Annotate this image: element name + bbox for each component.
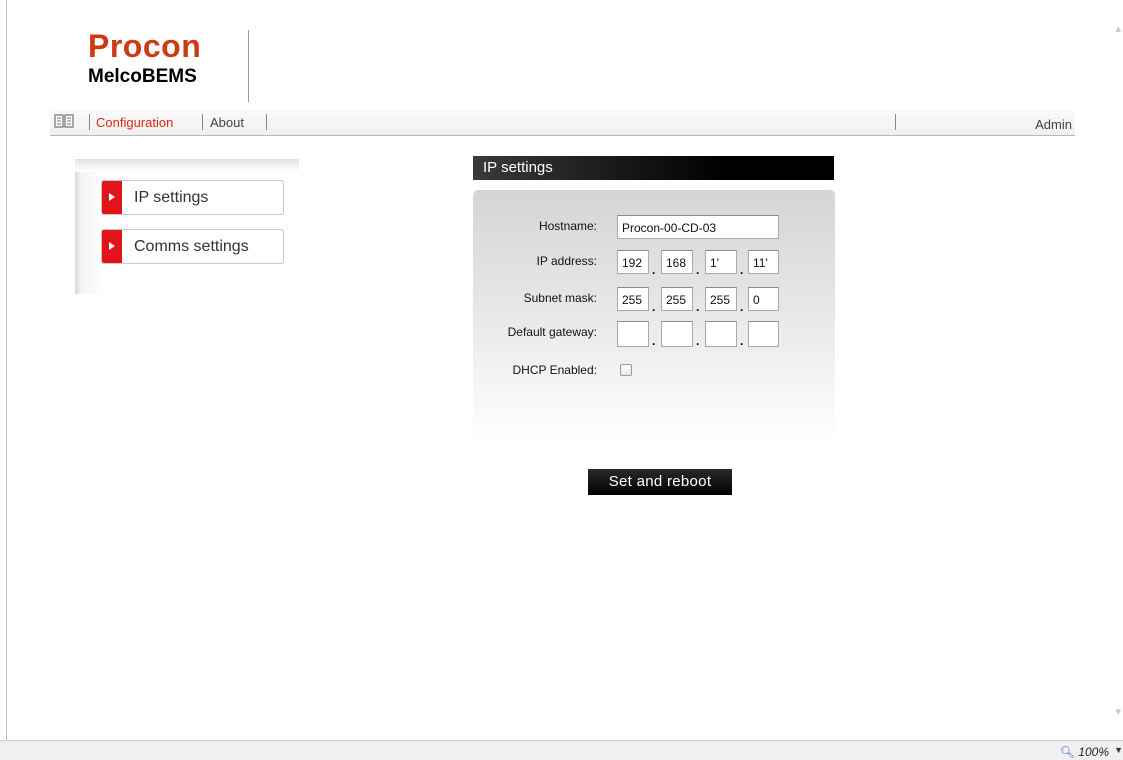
subnet-octet-3-input[interactable]: 255 <box>705 287 737 311</box>
window-border <box>6 0 7 740</box>
gateway-octet-2-input[interactable] <box>661 321 693 347</box>
zoom-value: 100% <box>1078 745 1109 759</box>
top-navbar: Configuration About Admin <box>50 110 1075 136</box>
octet-separator: . <box>696 263 700 277</box>
subnet-mask-label: Subnet mask: <box>523 291 597 305</box>
hostname-label: Hostname: <box>538 219 597 233</box>
ip-address-row: IP address: 192 . 168 . 1' . 11' <box>473 250 835 277</box>
app-logo: Procon MelcoBEMS <box>88 30 201 89</box>
logo-divider <box>248 30 249 102</box>
ip-octet-2-input[interactable]: 168 <box>661 250 693 274</box>
octet-separator: . <box>652 263 656 277</box>
octet-separator: . <box>740 263 744 277</box>
ip-octet-1-input[interactable]: 192 <box>617 250 649 274</box>
zoom-level[interactable]: 🔍︎ 100% <box>1060 745 1109 759</box>
dhcp-checkbox[interactable] <box>620 364 632 376</box>
hostname-row: Hostname: Procon-00-CD-03 <box>473 215 835 239</box>
section-title: IP settings <box>473 156 834 180</box>
chevron-down-icon[interactable]: ▼ <box>1114 745 1123 755</box>
dhcp-label: DHCP Enabled: <box>512 363 598 377</box>
subnet-octet-4-input[interactable]: 0 <box>748 287 779 311</box>
sidebar-item-label: IP settings <box>134 189 209 206</box>
logo-product: MelcoBEMS <box>88 66 197 87</box>
scroll-up-icon[interactable]: ▴ <box>1115 22 1121 35</box>
nav-separator <box>89 114 90 130</box>
play-arrow-icon <box>102 230 122 263</box>
logo-brand: Procon <box>88 28 202 64</box>
gateway-octet-3-input[interactable] <box>705 321 737 347</box>
scroll-down-icon[interactable]: ▾ <box>1115 705 1121 718</box>
browser-window: ▴ ▾ Procon MelcoBEMS Configuration About… <box>0 0 1123 760</box>
book-icon[interactable] <box>54 113 74 129</box>
nav-separator <box>266 114 267 130</box>
gateway-octet-1-input[interactable] <box>617 321 649 347</box>
subnet-octet-1-input[interactable]: 255 <box>617 287 649 311</box>
sidebar-item-ip-settings[interactable]: IP settings <box>101 180 284 215</box>
sidebar-item-comms-settings[interactable]: Comms settings <box>101 229 284 264</box>
default-gateway-label: Default gateway: <box>507 325 597 339</box>
octet-separator: . <box>740 334 744 348</box>
user-admin-link[interactable]: Admin <box>1035 117 1072 132</box>
ip-octet-4-input[interactable]: 11' <box>748 250 779 274</box>
vertical-scrollbar[interactable]: ▴ ▾ <box>1109 0 1123 740</box>
play-arrow-icon <box>102 181 122 214</box>
octet-separator: . <box>696 300 700 314</box>
subnet-octet-2-input[interactable]: 255 <box>661 287 693 311</box>
status-bar: 🔍︎ 100% ▼ <box>0 740 1123 760</box>
zoom-icon: 🔍︎ <box>1059 745 1075 759</box>
hostname-input[interactable]: Procon-00-CD-03 <box>617 215 779 239</box>
nav-separator <box>895 114 896 130</box>
octet-separator: . <box>652 300 656 314</box>
ip-settings-form: Hostname: Procon-00-CD-03 IP address: 19… <box>473 190 835 440</box>
ip-address-label: IP address: <box>536 254 597 268</box>
sidebar-item-label: Comms settings <box>134 238 249 255</box>
dhcp-row: DHCP Enabled: <box>473 362 835 386</box>
ip-octet-3-input[interactable]: 1' <box>705 250 737 274</box>
octet-separator: . <box>652 334 656 348</box>
sidebar: IP settings Comms settings <box>75 159 299 294</box>
gateway-octet-4-input[interactable] <box>748 321 779 347</box>
octet-separator: . <box>740 300 744 314</box>
default-gateway-row: Default gateway: . . . <box>473 321 835 348</box>
nav-about[interactable]: About <box>210 115 244 130</box>
set-and-reboot-button[interactable]: Set and reboot <box>588 469 732 495</box>
octet-separator: . <box>696 334 700 348</box>
subnet-mask-row: Subnet mask: 255 . 255 . 255 . 0 <box>473 287 835 314</box>
nav-configuration[interactable]: Configuration <box>96 115 173 130</box>
nav-separator <box>202 114 203 130</box>
